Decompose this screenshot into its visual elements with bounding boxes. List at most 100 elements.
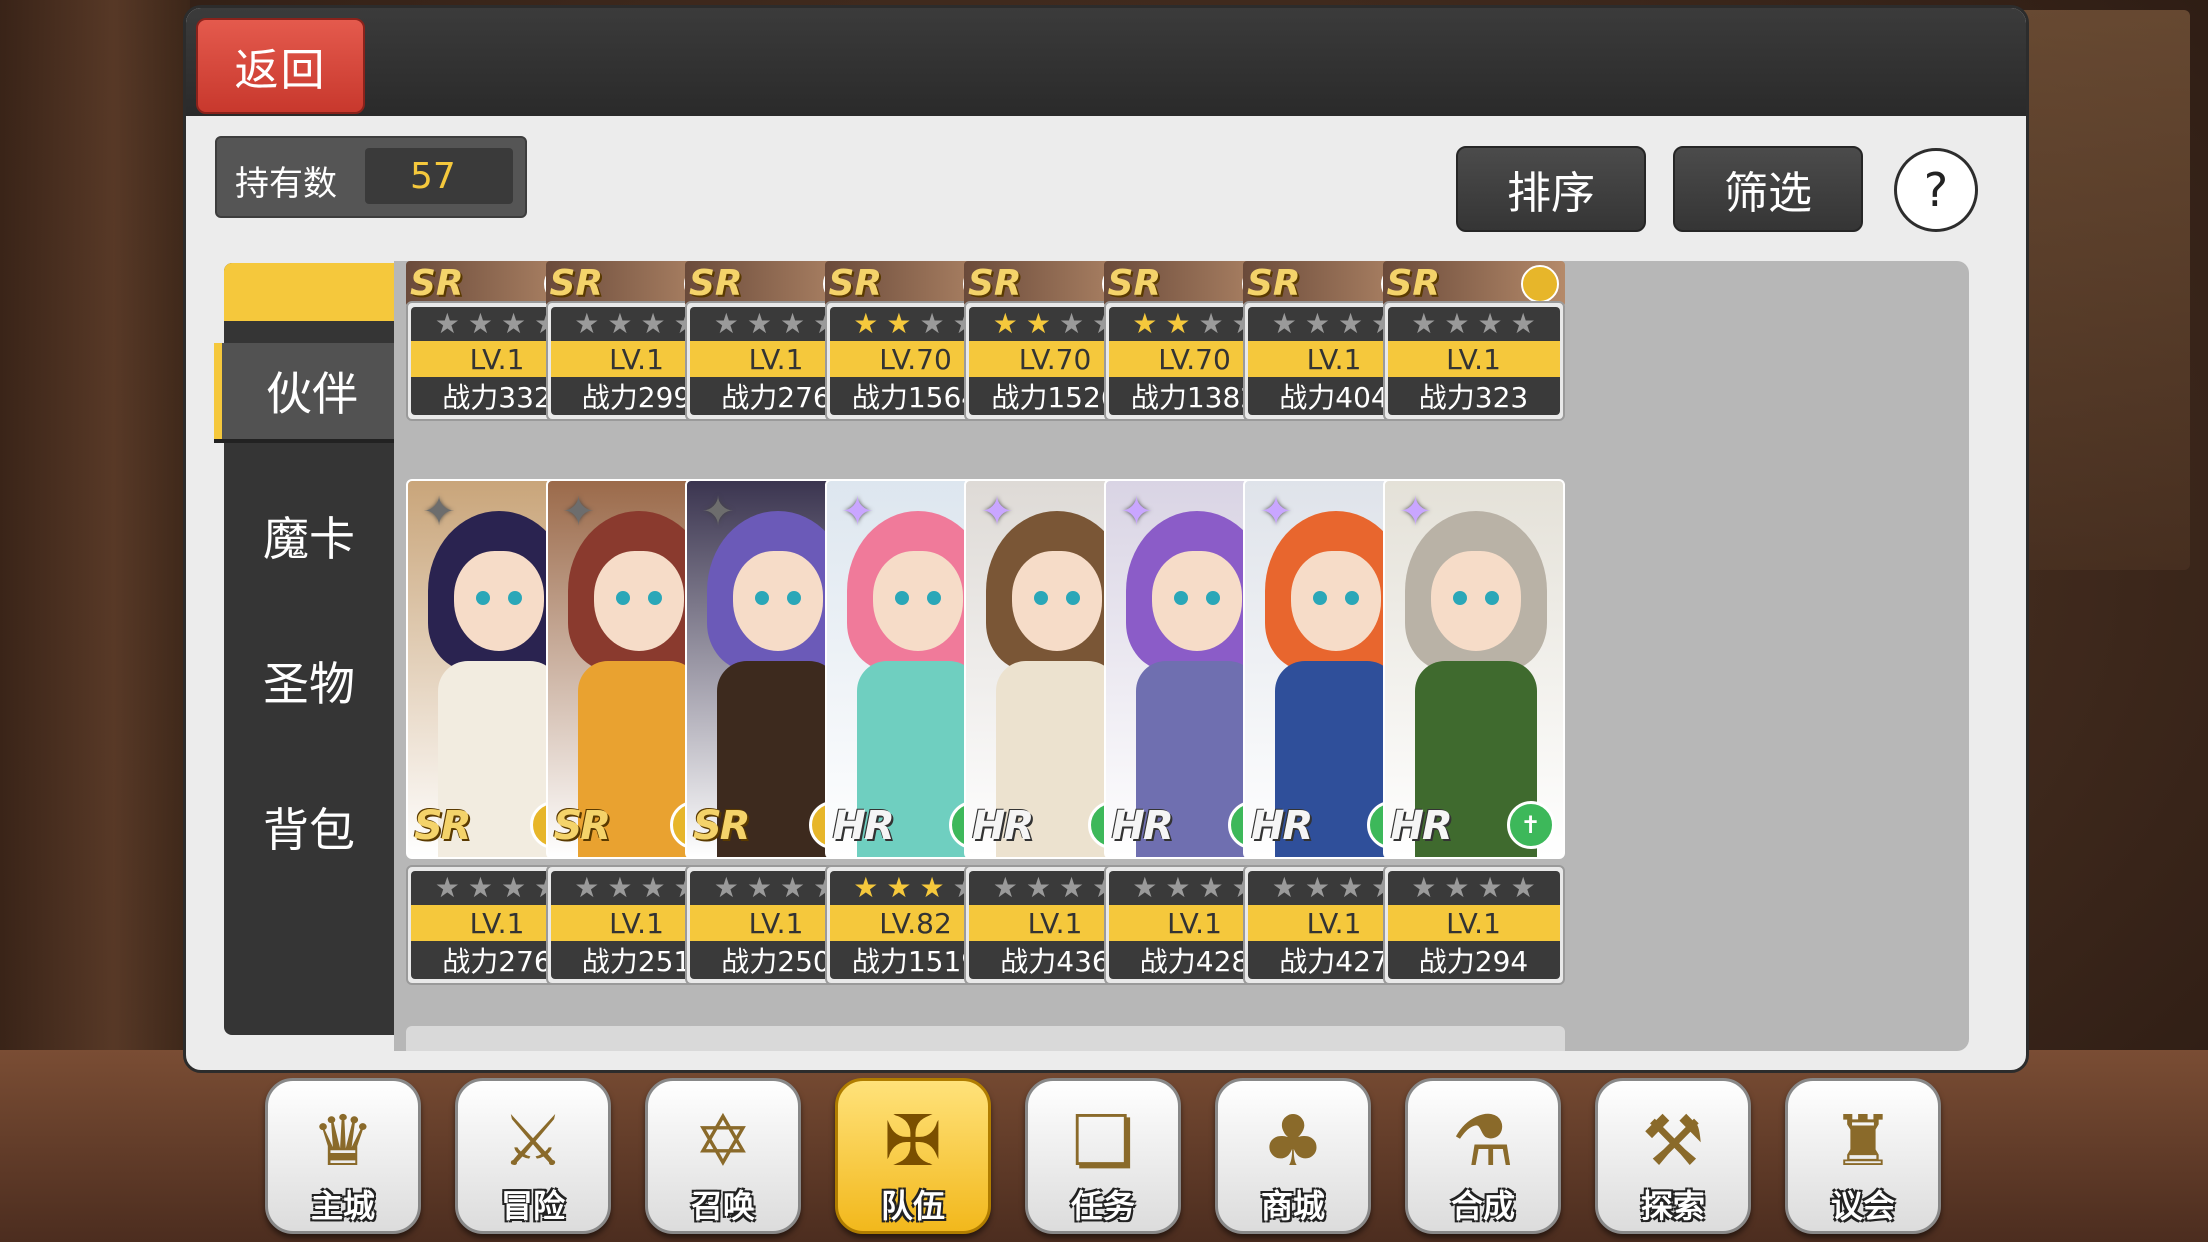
rarity-label: SR [1107,263,1162,304]
star-icon: ★ [607,871,633,904]
rarity-label: HR [1111,803,1174,849]
light-element-icon: ✦ [1119,489,1154,535]
power-label: 战力294 [1387,941,1560,979]
character-face [1151,551,1242,651]
nav-label: 召唤 [690,1187,755,1225]
character-eye [755,591,769,605]
star-icon: ★ [780,307,806,340]
rarity-label: HR [832,803,895,849]
star-icon: ★ [1304,307,1330,340]
star-icon: ★ [1411,307,1437,340]
help-button[interactable]: ? [1894,148,1978,232]
star-icon: ★ [1132,307,1158,340]
star-icon: ★ [1198,307,1224,340]
rarity-label: SR [828,263,883,304]
nav-council-crest-button[interactable]: ♜ 议会 [1785,1078,1941,1234]
rarity-label: SR [693,803,751,849]
star-icon: ★ [1444,307,1470,340]
star-icon: ★ [1411,871,1437,904]
partner-grid[interactable]: SR★★★★LV.1战力332SR★★★★LV.1战力299SR★★★★LV.1… [394,261,1969,1051]
character-face [872,551,963,651]
potion-icon: ⚗ [1451,1100,1515,1182]
nav-summon-card-button[interactable]: ✡ 召唤 [645,1078,801,1234]
filter-button[interactable]: 筛选 [1673,146,1863,232]
star-icon: ★ [1271,307,1297,340]
dark-element-icon: ✦ [561,489,596,535]
star-icon: ★ [1338,871,1364,904]
nav-label: 主城 [310,1187,375,1225]
character-eye [476,591,490,605]
partner-card-peek [1382,1026,1565,1051]
star-rating: ★★★★ [1387,307,1560,341]
star-icon: ★ [1059,307,1085,340]
star-icon: ★ [1477,307,1503,340]
nav-potion-button[interactable]: ⚗ 合成 [1405,1078,1561,1234]
nav-quest-book-button[interactable]: ❏ 任务 [1025,1078,1181,1234]
character-eye [787,591,801,605]
power-label: 战力323 [1387,377,1560,415]
star-icon: ★ [434,871,460,904]
nav-label: 合成 [1450,1187,1515,1225]
character-eye [1205,591,1220,605]
star-icon: ★ [1338,307,1364,340]
nav-label: 探索 [1640,1187,1705,1225]
nav-team-wings-button[interactable]: ✠ 队伍 [835,1078,991,1234]
star-icon: ★ [853,307,879,340]
rarity-label: HR [1390,803,1453,849]
star-icon: ★ [713,871,739,904]
class-badge-icon [1520,265,1559,303]
character-eye [1066,591,1080,605]
nav-label: 队伍 [880,1187,945,1225]
team-wings-icon: ✠ [883,1100,943,1182]
star-icon: ★ [1510,871,1536,904]
nav-castle-button[interactable]: ♛ 主城 [265,1078,421,1234]
tab-relics[interactable]: 圣物 [224,633,394,729]
light-element-icon: ✦ [1398,489,1433,535]
summon-card-icon: ✡ [693,1100,753,1182]
nav-shop-tree-button[interactable]: ♣ 商城 [1215,1078,1371,1234]
card-info: ★ ★ ★ ★ LV.1 战力323 [1382,301,1565,421]
character-face [593,551,684,651]
owned-count-label: 持有数 [235,164,337,204]
star-icon: ★ [919,307,945,340]
tab-partners[interactable]: 伙伴 [214,343,402,439]
tab-backpack[interactable]: 背包 [224,779,394,875]
rarity-label: SR [1247,263,1301,304]
character-eye [508,591,522,605]
star-icon: ★ [1025,871,1051,904]
castle-icon: ♛ [311,1100,375,1182]
star-icon: ★ [853,871,879,904]
character-eye [1484,591,1499,605]
star-icon: ★ [1198,871,1224,904]
star-icon: ★ [1444,871,1470,904]
tab-magic-cards[interactable]: 魔卡 [224,488,394,584]
star-icon: ★ [640,307,666,340]
star-icon: ★ [1304,871,1330,904]
nav-label: 任务 [1070,1187,1135,1225]
nav-compass-button[interactable]: ⚒ 探索 [1595,1078,1751,1234]
star-icon: ★ [1132,871,1158,904]
bottom-nav: ♛ 主城 ⚔ 冒险 ✡ 召唤 ✠ 队伍 ❏ 任务 ♣ 商城 ⚗ 合成 ⚒ 探索 ♜ 议会 [265,1078,1945,1234]
character-face [733,551,823,651]
category-tabs: 伙伴 魔卡 圣物 背包 [214,263,402,1035]
rarity-label: SR [968,263,1022,304]
star-icon: ★ [1059,871,1085,904]
rarity-label: SR [414,803,472,849]
star-icon: ★ [746,307,772,340]
nav-label: 冒险 [500,1187,565,1225]
rarity-label: SR [1386,263,1441,304]
level-label: LV.1 [1387,905,1560,941]
star-icon: ★ [607,307,633,340]
rarity-label: SR [553,803,612,849]
quest-book-icon: ❏ [1071,1100,1135,1182]
star-icon: ★ [713,307,739,340]
back-button[interactable]: 返回 [196,18,365,114]
rarity-label: SR [410,263,464,304]
star-icon: ★ [574,307,600,340]
owned-count-box: 持有数 57 [215,136,527,218]
star-icon: ★ [1025,307,1051,340]
dark-element-icon: ✦ [701,489,735,535]
nav-label: 议会 [1830,1187,1895,1225]
nav-swords-button[interactable]: ⚔ 冒险 [455,1078,611,1234]
sort-button[interactable]: 排序 [1456,146,1646,232]
